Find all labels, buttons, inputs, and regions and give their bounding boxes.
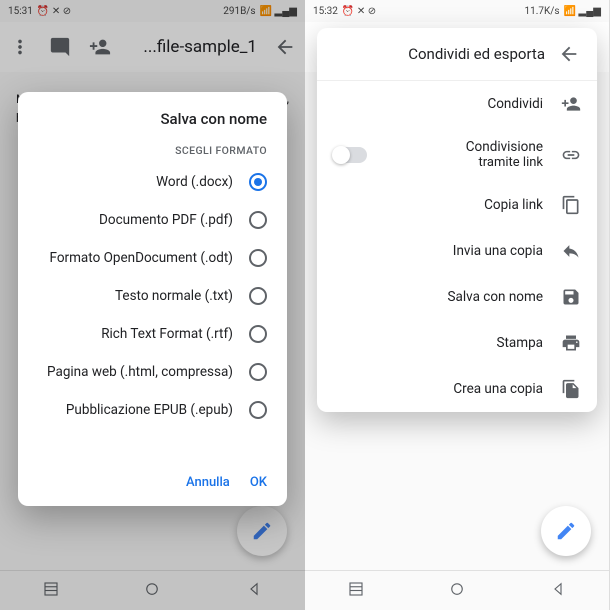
radio-icon [249, 363, 267, 381]
sheet-title: Condividi ed esporta [408, 45, 545, 63]
status-net: 11.7K/s [525, 6, 560, 17]
share-export-sheet: Condividi ed esporta Condividi Condivisi… [317, 28, 597, 412]
status-time: 15:32 [313, 6, 338, 17]
radio-icon [249, 325, 267, 343]
radio-icon [249, 401, 267, 419]
format-option-html[interactable]: Pagina web (.html, compressa) [18, 353, 287, 391]
format-option-epub[interactable]: Pubblicazione EPUB (.epub) [18, 391, 287, 429]
radio-icon [249, 249, 267, 267]
menu-item-share[interactable]: Condividi [317, 81, 597, 127]
menu-item-save-as[interactable]: Salva con nome [317, 274, 597, 320]
format-option-rtf[interactable]: Rich Text Format (.rtf) [18, 315, 287, 353]
nav-home-icon[interactable] [448, 578, 466, 604]
person-add-icon [561, 93, 581, 115]
back-arrow-icon[interactable] [557, 42, 581, 66]
edit-fab[interactable] [541, 506, 591, 556]
radio-icon [249, 173, 267, 191]
format-option-txt[interactable]: Testo normale (.txt) [18, 277, 287, 315]
screen-right: 15:32 ⏰ ✕ ⊘ 11.7K/s 📶 ▂▄▆ Loremadipisc V… [305, 0, 610, 610]
radio-icon [249, 287, 267, 305]
file-copy-icon [561, 378, 581, 400]
screen-left: 15:31 ⏰ ✕ ⊘ 291B/s 📶 ▂▄▆ file-sample_1..… [0, 0, 305, 610]
status-bar: 15:32 ⏰ ✕ ⊘ 11.7K/s 📶 ▂▄▆ [305, 0, 609, 22]
format-option-odt[interactable]: Formato OpenDocument (.odt) [18, 239, 287, 277]
dialog-subtitle: SCEGLI FORMATO [18, 134, 287, 163]
menu-item-make-copy[interactable]: Crea una copia [317, 366, 597, 412]
nav-bar [305, 570, 609, 610]
dialog-title: Salva con nome [18, 110, 287, 134]
format-option-docx[interactable]: Word (.docx) [18, 163, 287, 201]
nav-back-icon[interactable] [549, 578, 567, 604]
cancel-button[interactable]: Annulla [186, 475, 230, 490]
format-radio-list: Word (.docx) Documento PDF (.pdf) Format… [18, 163, 287, 463]
ok-button[interactable]: OK [250, 475, 267, 490]
radio-icon [249, 211, 267, 229]
menu-item-print[interactable]: Stampa [317, 320, 597, 366]
dialog-actions: OK Annulla [18, 463, 287, 506]
save-icon [561, 286, 581, 308]
link-icon [561, 144, 581, 166]
menu-item-send-copy[interactable]: Invia una copia [317, 228, 597, 274]
sheet-header: Condividi ed esporta [317, 28, 597, 81]
reply-icon [561, 240, 581, 262]
copy-icon [561, 194, 581, 216]
print-icon [561, 332, 581, 354]
menu-item-copy-link[interactable]: Copia link [317, 182, 597, 228]
menu-item-link-sharing[interactable]: Condivisionetramite link [317, 127, 597, 182]
link-sharing-switch[interactable] [333, 147, 367, 163]
nav-recent-icon[interactable] [347, 578, 365, 604]
format-option-pdf[interactable]: Documento PDF (.pdf) [18, 201, 287, 239]
save-as-dialog: Salva con nome SCEGLI FORMATO Word (.doc… [18, 92, 287, 506]
